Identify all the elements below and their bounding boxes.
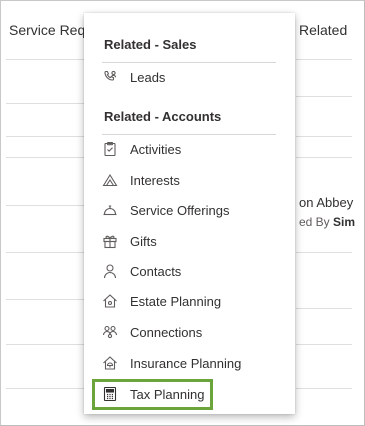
menu-item-label: Leads bbox=[130, 69, 166, 85]
row-divider bbox=[6, 136, 86, 137]
menu-item-service-offerings[interactable]: Service Offerings bbox=[84, 195, 295, 225]
row-divider bbox=[296, 59, 352, 60]
menu-item-gifts[interactable]: Gifts bbox=[84, 226, 295, 256]
menu-item-label: Estate Planning bbox=[130, 293, 222, 309]
menu-item-label: Insurance Planning bbox=[130, 355, 242, 371]
menu-item-contacts[interactable]: Contacts bbox=[84, 256, 295, 286]
row-divider bbox=[6, 299, 86, 300]
row-divider bbox=[6, 344, 86, 345]
row-title-text[interactable]: on Abbey bbox=[299, 195, 353, 210]
row-divider bbox=[296, 308, 352, 309]
interests-icon bbox=[102, 172, 118, 188]
menu-item-label: Service Offerings bbox=[130, 202, 230, 218]
row-divider bbox=[296, 388, 352, 389]
house-icon bbox=[102, 293, 118, 309]
menu-item-leads[interactable]: Leads bbox=[84, 62, 295, 92]
connections-icon bbox=[102, 324, 118, 340]
menu-item-label: Gifts bbox=[130, 233, 157, 249]
row-divider bbox=[296, 96, 352, 97]
menu-item-connections[interactable]: Connections bbox=[84, 317, 295, 347]
row-subtitle-text: ed By Sim bbox=[299, 215, 356, 229]
person-icon bbox=[102, 263, 118, 279]
row-divider bbox=[296, 252, 352, 253]
group-header-related-sales: Related - Sales bbox=[104, 37, 197, 52]
column-header-related[interactable]: Related bbox=[299, 22, 347, 38]
gift-icon bbox=[102, 233, 118, 249]
row-divider bbox=[6, 388, 86, 389]
insurance-house-icon bbox=[102, 355, 118, 371]
leads-icon bbox=[102, 69, 118, 85]
menu-item-label: Interests bbox=[130, 172, 180, 188]
row-divider bbox=[296, 344, 352, 345]
menu-item-insurance-planning[interactable]: Insurance Planning bbox=[84, 348, 295, 378]
row-divider bbox=[296, 157, 352, 158]
clipboard-icon bbox=[102, 141, 118, 157]
menu-item-label: Connections bbox=[130, 324, 203, 340]
row-divider bbox=[6, 252, 86, 253]
menu-item-label: Activities bbox=[130, 141, 182, 157]
menu-item-activities[interactable]: Activities bbox=[84, 134, 295, 164]
group-header-related-accounts: Related - Accounts bbox=[104, 109, 222, 124]
row-divider bbox=[6, 205, 86, 206]
column-header-service-requests[interactable]: Service Requ bbox=[9, 22, 93, 38]
row-divider bbox=[296, 136, 352, 137]
menu-item-estate-planning[interactable]: Estate Planning bbox=[84, 286, 295, 316]
related-dropdown-menu: Related - Sales Leads Related - Accounts… bbox=[84, 13, 295, 414]
row-divider bbox=[6, 59, 86, 60]
row-divider bbox=[6, 157, 86, 158]
row-divider bbox=[6, 103, 86, 104]
service-bell-icon bbox=[102, 202, 118, 218]
tax-planning-highlight-box bbox=[92, 379, 213, 410]
menu-item-interests[interactable]: Interests bbox=[84, 165, 295, 195]
menu-item-label: Contacts bbox=[130, 263, 182, 279]
